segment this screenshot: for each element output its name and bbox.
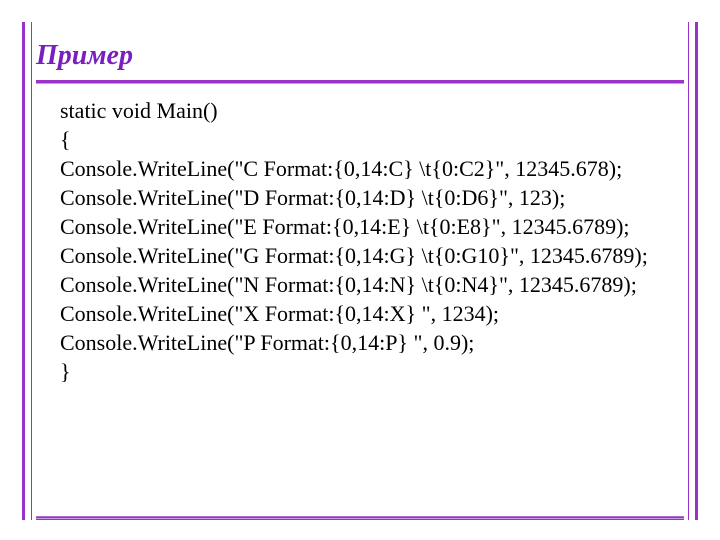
footer-rule — [36, 516, 684, 520]
right-border-rule — [688, 22, 698, 520]
code-block: static void Main() { Console.WriteLine("… — [60, 96, 670, 386]
left-border-rule — [22, 22, 32, 520]
slide-title: Пример — [36, 40, 133, 72]
title-underline — [36, 80, 684, 84]
slide-container: Пример static void Main() { Console.Writ… — [0, 0, 720, 540]
